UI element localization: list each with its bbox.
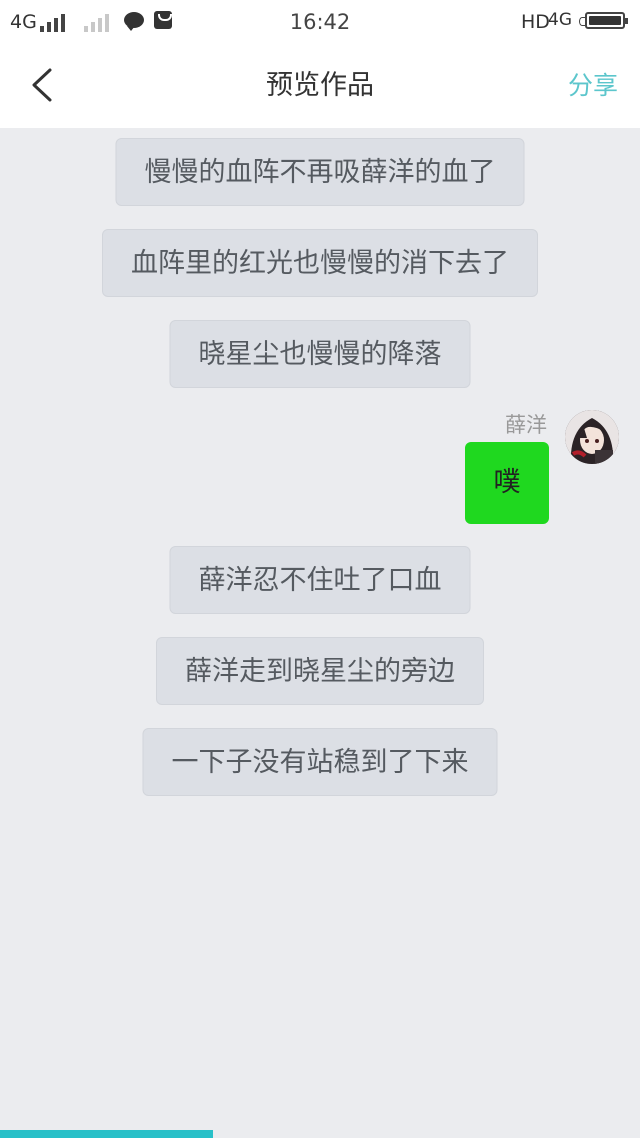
reply-bubble: 噗 [465,442,549,524]
reading-progress-bar [0,1130,640,1138]
narration-bubble: 一下子没有站稳到了下来 [142,728,498,796]
hd-label: HD [521,11,550,33]
reading-progress-fill [0,1130,214,1138]
share-button[interactable]: 分享 [568,68,618,104]
narration-bubble: 慢慢的血阵不再吸薛洋的血了 [115,138,525,206]
story-preview[interactable]: 慢慢的血阵不再吸薛洋的血了 血阵里的红光也慢慢的消下去了 晓星尘也慢慢的降落 薛… [0,128,640,1130]
battery-icon [579,12,628,29]
status-bar: 4G 16:42 HD 4G [0,0,640,44]
sender-name: 薛洋 [505,413,547,437]
narration-bubble: 晓星尘也慢慢的降落 [169,320,471,388]
app-header: 预览作品 分享 [0,44,640,128]
character-avatar-icon [565,410,619,464]
network-label-secondary: 4G [548,10,572,30]
narration-bubble: 薛洋走到晓星尘的旁边 [156,637,484,705]
narration-bubble: 薛洋忍不住吐了口血 [169,546,471,614]
narration-bubble: 血阵里的红光也慢慢的消下去了 [102,229,538,297]
avatar[interactable] [565,410,619,464]
page-title: 预览作品 [266,70,374,101]
